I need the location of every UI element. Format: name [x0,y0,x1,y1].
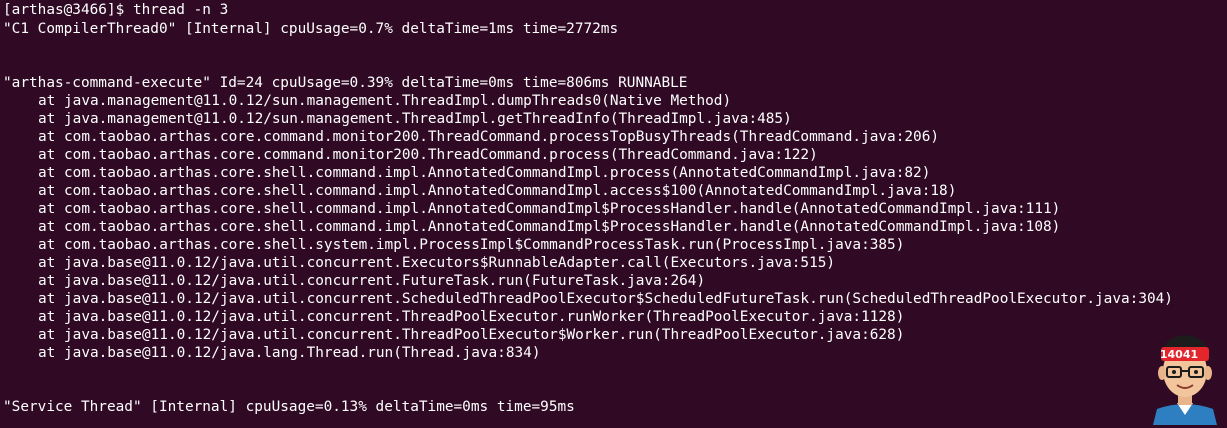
stack-frame: at java.base@11.0.12/java.lang.Thread.ru… [38,345,541,361]
stack-frame: at java.base@11.0.12/java.util.concurren… [38,309,905,325]
command-prompt: [arthas@3466]$ thread -n 3 [3,2,229,18]
thread-header-arthas-command-execute: "arthas-command-execute" Id=24 cpuUsage=… [3,75,688,91]
stack-frame: at java.base@11.0.12/java.util.concurren… [38,273,706,289]
stack-frame: at com.taobao.arthas.core.shell.system.i… [38,237,905,253]
stack-frame: at com.taobao.arthas.core.shell.command.… [38,201,1061,217]
stack-frame: at java.base@11.0.12/java.util.concurren… [38,327,905,343]
stack-frame: at com.taobao.arthas.core.shell.command.… [38,183,957,199]
terminal-window[interactable]: [arthas@3466]$ thread -n 3 "C1 CompilerT… [0,0,1227,428]
stack-frame: at java.base@11.0.12/java.util.concurren… [38,291,1173,307]
stack-frame: at com.taobao.arthas.core.command.monito… [38,147,818,163]
thread-header-service-thread: "Service Thread" [Internal] cpuUsage=0.1… [3,399,575,415]
stack-frame: at java.management@11.0.12/sun.managemen… [38,93,732,109]
thread-header-c1-compiler: "C1 CompilerThread0" [Internal] cpuUsage… [3,21,619,37]
avatar-icon [1153,335,1217,425]
avatar-watermark: 14041 [1147,325,1223,425]
stack-frame: at com.taobao.arthas.core.command.monito… [38,129,940,145]
stack-frame: at com.taobao.arthas.core.shell.command.… [38,219,1061,235]
stack-frame: at java.base@11.0.12/java.util.concurren… [38,255,836,271]
stack-frame: at java.management@11.0.12/sun.managemen… [38,111,792,127]
stack-frame: at com.taobao.arthas.core.shell.command.… [38,165,931,181]
avatar-badge-text: 14041 [1159,348,1199,361]
